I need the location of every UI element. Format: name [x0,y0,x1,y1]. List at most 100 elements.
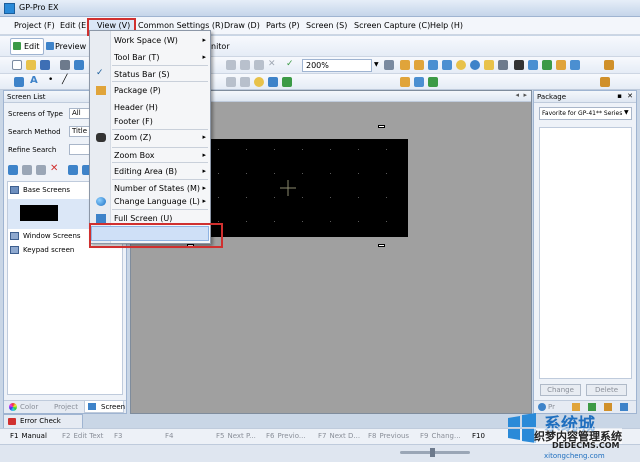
camera-icon[interactable] [498,60,508,70]
fkey-f10[interactable]: F10 [472,432,488,440]
error-check-tab[interactable]: Error Check [3,414,83,428]
package-favorite-combo[interactable]: Favorite for GP-41** Series [539,107,632,120]
lamp-icon[interactable] [254,77,264,87]
view-menu-item-header-h[interactable]: Header (H) [91,101,210,114]
library-icon[interactable] [428,60,438,70]
print-icon[interactable] [60,60,70,70]
view-menu-item-package-p[interactable]: Package (P) [91,84,210,97]
keypad-icon[interactable] [414,77,424,87]
zoom-slider-thumb[interactable] [430,448,435,457]
tab-project[interactable]: Project [54,403,78,411]
preview-button[interactable]: Preview [45,38,87,55]
tag-icon[interactable] [414,60,424,70]
screen-properties-icon[interactable] [68,165,78,175]
fkey-f5[interactable]: F5 Next P... [216,432,256,440]
view-menu-item-zoom-box[interactable]: Zoom Box ▸ [91,149,210,162]
close-icon[interactable]: ✕ [627,92,633,100]
screen-canvas[interactable] [206,139,408,237]
lock-icon[interactable] [456,60,466,70]
text-tool-icon[interactable]: A [30,75,38,86]
menu-help[interactable]: Help (H) [430,21,463,30]
menu-screen-capture[interactable]: Screen Capture (C) [354,21,430,30]
screen-thumbnail[interactable] [20,205,58,221]
menu-view[interactable]: View (V) [97,21,130,30]
window-icon[interactable] [428,77,438,87]
select-icon[interactable] [14,77,24,87]
package-header: Package ✕ ▪ [534,91,636,103]
fkey-f2[interactable]: F2 Edit Text [62,432,103,440]
info-icon[interactable] [470,60,480,70]
menu-draw[interactable]: Draw (D) [224,21,260,30]
fkey-f9[interactable]: F9 Chang... [420,432,461,440]
zoom-dropdown-arrow[interactable]: ▼ [374,61,379,68]
chevron-down-icon[interactable]: ▼ [624,109,629,116]
new-screen-icon[interactable] [8,165,18,175]
new-icon[interactable] [12,60,22,70]
view-menu-item-zoom-z[interactable]: Zoom (Z) ▸ [91,131,210,144]
pin-icon[interactable]: ▪ [617,92,622,100]
data-display-icon[interactable] [282,77,292,87]
menu-parts[interactable]: Parts (P) [266,21,300,30]
fkey-f4[interactable]: F4 [165,432,176,440]
view-menu-item-editing-area-b[interactable]: Editing Area (B) ▸ [91,165,210,178]
user-icon[interactable] [514,60,524,70]
data-icon[interactable] [570,60,580,70]
view-menu-item-footer-f[interactable]: Footer (F) [91,115,210,128]
view-menu-item-work-space-w[interactable]: Work Space (W) ▸ [91,34,210,47]
address-icon[interactable] [400,60,410,70]
transfer-icon[interactable] [74,60,84,70]
tab-color[interactable]: Color [20,403,38,411]
view-menu-item-tool-bar-t[interactable]: Tool Bar (T) ▸ [91,51,210,64]
menu-edit[interactable]: Edit (E) [60,21,89,30]
zoom-slider-track[interactable] [400,451,470,454]
change-button[interactable]: Change [540,384,581,396]
screen-icon[interactable] [442,60,452,70]
resize-handle-bottom[interactable] [378,244,385,247]
group-icon[interactable] [226,77,236,87]
cut-icon[interactable] [254,60,264,70]
tab-screen-active[interactable]: Screen [84,401,125,413]
brush-icon[interactable] [600,77,610,87]
delete-screen-icon[interactable]: ✕ [50,163,58,174]
edit-mode-button[interactable]: Edit [10,38,44,55]
menu-project[interactable]: Project (F) [14,21,55,30]
fkey-f6[interactable]: F6 Previo... [266,432,306,440]
script-icon[interactable] [556,60,566,70]
package-list[interactable] [539,127,632,379]
save-icon[interactable] [40,60,50,70]
view-menu-item-status-bar-s[interactable]: ✓ Status Bar (S) [91,68,210,81]
dot-tool-icon[interactable]: • [48,75,53,85]
switch-icon[interactable] [268,77,278,87]
resize-handle-top[interactable] [378,125,385,128]
open-icon[interactable] [26,60,36,70]
delete-button[interactable]: Delete [586,384,627,396]
fkey-f8[interactable]: F8 Previous [368,432,409,440]
recipe-icon[interactable] [542,60,552,70]
view-menu-item-change-language-l[interactable]: Change Language (L) ▸ [91,195,210,208]
tab-scroll-right-icon[interactable]: ▸ [523,91,527,99]
delete-icon[interactable]: ✕ [268,59,276,69]
paste-screen-icon[interactable] [36,165,46,175]
zoom-combo[interactable]: 200% [302,59,372,72]
copy-icon[interactable] [226,60,236,70]
tab-scroll-left-icon[interactable]: ◂ [515,91,519,99]
ungroup-icon[interactable] [240,77,250,87]
fkey-f1[interactable]: F1 Manual [10,432,47,440]
menu-screen[interactable]: Screen (S) [306,21,347,30]
check-icon[interactable]: ✓ [286,59,294,69]
fkey-f3[interactable]: F3 [114,432,125,440]
copy-screen-icon[interactable] [22,165,32,175]
graph-icon[interactable] [400,77,410,87]
view-menu-item-number-of-states-m[interactable]: Number of States (M) ▸ [91,182,210,195]
line-tool-icon[interactable]: ╱ [62,75,67,85]
zoom-out-icon[interactable] [384,60,394,70]
menu-common-settings[interactable]: Common Settings (R) [138,21,224,30]
system-icon[interactable] [528,60,538,70]
fkey-f7[interactable]: F7 Next D... [318,432,360,440]
paste-icon[interactable] [240,60,250,70]
menu-item-label: Status Bar (S) [114,70,170,79]
monitor-label[interactable]: nitor [211,42,230,51]
binoculars-icon [96,133,106,142]
pencil-icon[interactable] [604,60,614,70]
alarm-icon[interactable] [484,60,494,70]
